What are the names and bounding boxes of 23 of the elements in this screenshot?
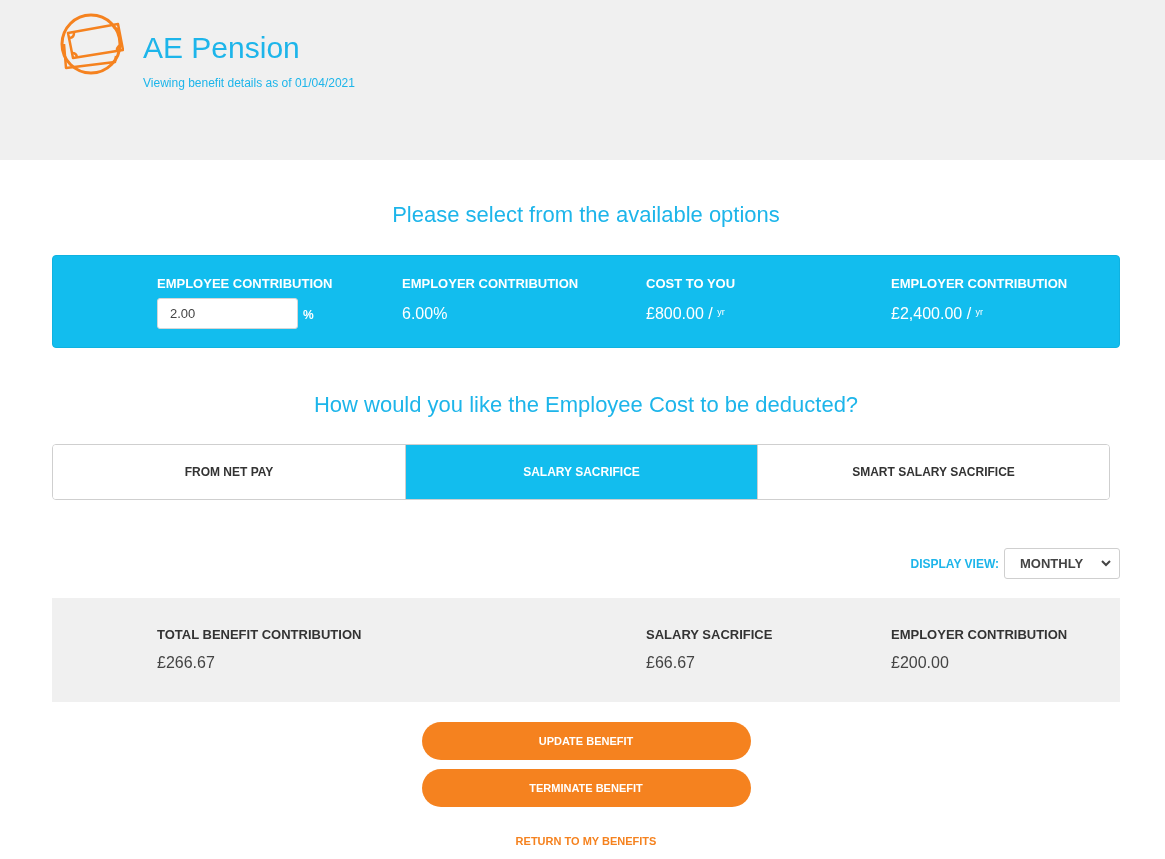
summary-label: SALARY SACRIFICE (646, 627, 774, 643)
display-view-select[interactable]: MONTHLY (1004, 548, 1120, 579)
chevron-down-icon (1101, 560, 1111, 567)
field-value: 6.00% (402, 303, 448, 324)
deduction-tab[interactable]: SMART SALARY SACRIFICE (757, 445, 1109, 499)
page-subtitle: Viewing benefit details as of 01/04/2021 (143, 75, 355, 91)
summary-label: TOTAL BENEFIT CONTRIBUTION (157, 627, 363, 643)
summary-value: £66.67 (646, 653, 696, 673)
section-heading: How would you like the Employee Cost to be deducted? (312, 391, 860, 419)
summary-label: EMPLOYER CONTRIBUTION (891, 627, 1069, 643)
field-label: EMPLOYER CONTRIBUTION (891, 276, 1069, 292)
unit-label: % (303, 307, 314, 322)
contribution-input[interactable]: 2.00 (157, 298, 298, 329)
field-label: EMPLOYER CONTRIBUTION (402, 276, 580, 292)
field-label: COST TO YOU (646, 276, 737, 292)
section-heading: Please select from the available options (391, 201, 781, 229)
field-label: EMPLOYEE CONTRIBUTION (157, 276, 334, 292)
summary-value: £266.67 (157, 653, 216, 673)
field-value: £2,400.00 / $^{yr}$ (891, 303, 983, 324)
display-view-label: DISPLAY VIEW: (910, 556, 999, 571)
summary-value: £200.00 (891, 653, 950, 673)
page-title: AE Pension (143, 30, 301, 66)
field-value: £800.00 / $^{yr}$ (646, 303, 725, 324)
